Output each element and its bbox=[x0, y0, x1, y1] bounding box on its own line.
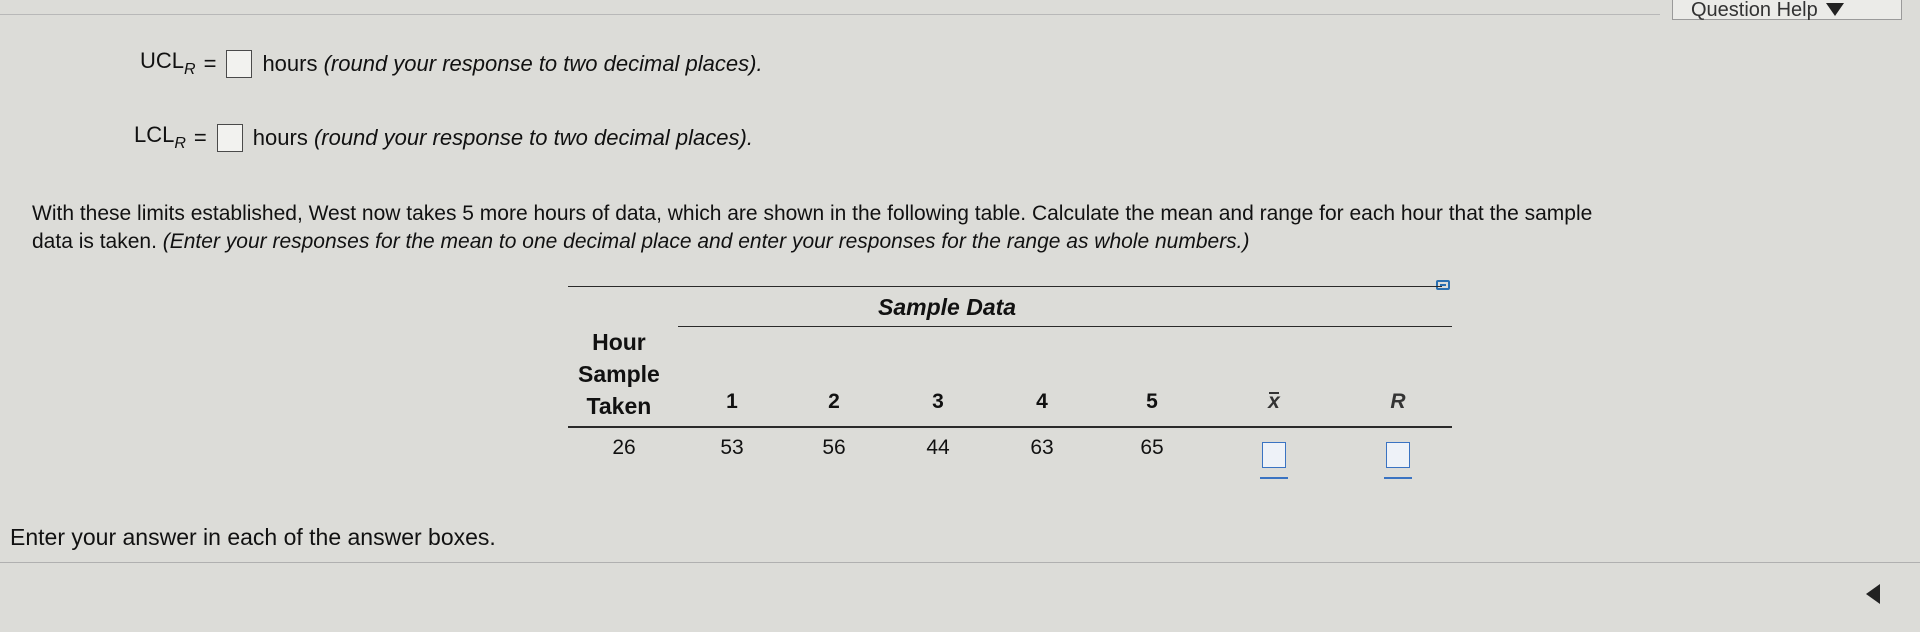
col-header-3: 3 bbox=[932, 390, 944, 413]
table-popout-icon[interactable] bbox=[1436, 280, 1450, 290]
range-answer-box[interactable] bbox=[1386, 442, 1410, 468]
problem-instructions: With these limits established, West now … bbox=[32, 200, 1920, 256]
table-cell-value-2: 56 bbox=[822, 436, 846, 459]
col-header-xbar: x bbox=[1268, 390, 1280, 413]
footer-instruction: Enter your answer in each of the answer … bbox=[10, 524, 496, 550]
range-answer-underline bbox=[1384, 477, 1412, 479]
instructions-line-2: data is taken. (Enter your responses for… bbox=[32, 230, 1250, 253]
bottom-divider bbox=[0, 562, 1920, 563]
ucl-answer-box[interactable] bbox=[226, 49, 253, 78]
instructions-line-1: With these limits established, West now … bbox=[32, 202, 1593, 225]
lcl-row: LCLR = hours (round your response to two… bbox=[134, 122, 753, 153]
lcl-equals: = bbox=[193, 124, 207, 150]
xbar-answer-underline bbox=[1260, 477, 1288, 479]
table-title: Sample Data bbox=[878, 294, 1017, 320]
col-header-range: R bbox=[1390, 390, 1406, 413]
question-help-button[interactable]: Question Help bbox=[1672, 0, 1902, 20]
table-header-rule bbox=[568, 426, 1452, 428]
table-group-rule bbox=[678, 326, 1452, 327]
col-header-5: 5 bbox=[1146, 390, 1158, 413]
top-divider bbox=[0, 14, 1660, 15]
table-cell-value-5: 65 bbox=[1140, 436, 1164, 459]
table-cell-value-1: 53 bbox=[720, 436, 744, 459]
lcl-instruction: hours (round your response to two decima… bbox=[252, 124, 753, 150]
col-header-2: 2 bbox=[828, 390, 840, 413]
lcl-answer-box[interactable] bbox=[216, 123, 243, 152]
hour-sample-taken-header: Hour Sample Taken bbox=[578, 329, 660, 419]
col-header-1: 1 bbox=[726, 390, 738, 413]
ucl-label: UCLR bbox=[140, 48, 196, 78]
table-cell-value-4: 63 bbox=[1030, 436, 1054, 459]
sample-data-table: Sample Data Hour Sample Taken 1 2 3 4 5 … bbox=[568, 278, 1456, 498]
question-help-label: Question Help bbox=[1691, 0, 1818, 21]
table-cell-hour: 26 bbox=[612, 436, 636, 459]
ucl-equals: = bbox=[203, 50, 217, 76]
col-header-4: 4 bbox=[1036, 390, 1048, 413]
xbar-answer-box[interactable] bbox=[1262, 442, 1286, 468]
table-cell-value-3: 44 bbox=[926, 436, 950, 459]
back-arrow-icon[interactable] bbox=[1866, 584, 1880, 604]
lcl-label: LCLR bbox=[134, 122, 186, 152]
table-top-rule bbox=[568, 286, 1442, 287]
dropdown-triangle-icon bbox=[1825, 3, 1844, 16]
ucl-row: UCLR = hours (round your response to two… bbox=[140, 48, 763, 79]
ucl-instruction: hours (round your response to two decima… bbox=[262, 50, 763, 76]
